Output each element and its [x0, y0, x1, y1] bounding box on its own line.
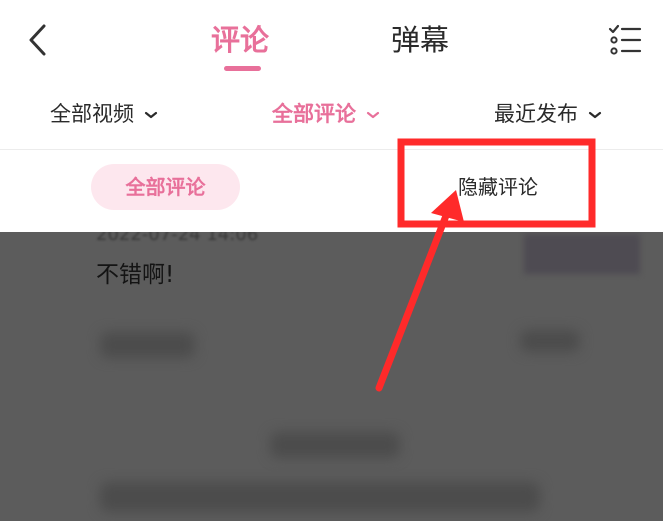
active-tab-indicator: [224, 66, 261, 71]
filter-bar: 全部视频 全部评论 最近发布: [0, 80, 663, 148]
manage-button[interactable]: [607, 22, 643, 58]
checklist-icon: [608, 24, 642, 55]
filter-all-videos-label: 全部视频: [50, 102, 134, 126]
chevron-down-icon: [588, 111, 602, 119]
blurred-content: [270, 432, 400, 458]
filter-all-comments-label: 全部评论: [272, 102, 356, 126]
chevron-left-icon: [29, 24, 46, 56]
top-bar: 评论 弹幕: [0, 0, 663, 80]
dimmed-comment-list[interactable]: 2022-07-24 14:06 不错啊!: [0, 232, 663, 521]
blurred-content: [100, 482, 540, 512]
option-hidden-comments[interactable]: 隐藏评论: [430, 164, 566, 210]
option-all-comments[interactable]: 全部评论: [91, 164, 240, 210]
comment-text: 不错啊!: [96, 262, 175, 288]
filter-all-comments[interactable]: 全部评论: [272, 99, 380, 129]
tab-danmaku[interactable]: 弹幕: [391, 20, 449, 60]
video-thumbnail: [524, 234, 640, 274]
filter-recent[interactable]: 最近发布: [494, 99, 602, 129]
blurred-content: [100, 332, 195, 358]
chevron-down-icon: [144, 111, 158, 119]
filter-all-videos[interactable]: 全部视频: [50, 99, 158, 129]
filter-recent-label: 最近发布: [494, 102, 578, 126]
back-button[interactable]: [22, 20, 56, 60]
tab-comments[interactable]: 评论: [211, 20, 269, 60]
blurred-content: [520, 330, 580, 352]
chevron-down-icon: [366, 111, 380, 119]
comment-date: 2022-07-24 14:06: [96, 232, 259, 245]
comment-filter-dropdown: 全部评论 隐藏评论: [0, 150, 663, 232]
